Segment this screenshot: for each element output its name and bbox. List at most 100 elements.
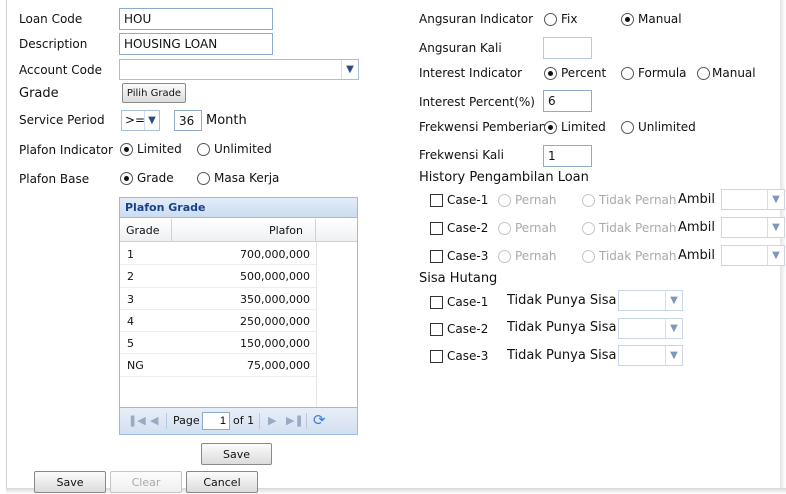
cancel-button[interactable]: Cancel (186, 471, 258, 493)
next-page-icon[interactable]: ▶ (268, 414, 276, 427)
radio-icon (498, 221, 511, 235)
interest-percent-input[interactable] (543, 90, 592, 112)
radio-icon (621, 120, 634, 134)
sisa-case-1-checkbox[interactable]: Case-1 (430, 295, 488, 309)
account-code-select[interactable]: ▼ (119, 59, 359, 80)
interest-manual-radio[interactable]: Manual (697, 66, 756, 80)
chevron-down-icon[interactable]: ▼ (767, 190, 784, 209)
radio-selected-icon (621, 12, 634, 26)
radio-icon (697, 66, 710, 80)
service-period-operator-select[interactable]: >= ▼ (121, 110, 160, 131)
frekwensi-kali-label: Frekwensi Kali (419, 148, 504, 162)
plafon-base-masa-kerja-radio[interactable]: Masa Kerja (197, 171, 279, 185)
first-page-icon[interactable]: ❚◀ (128, 414, 146, 427)
chevron-down-icon[interactable]: ▼ (665, 346, 682, 365)
radio-selected-icon (120, 142, 133, 156)
history-case-1-tidak-pernah-radio[interactable]: Tidak Pernah (582, 193, 677, 207)
chevron-down-icon[interactable]: ▼ (341, 60, 358, 79)
frekwensi-kali-input[interactable] (543, 145, 592, 167)
prev-page-icon[interactable]: ◀ (150, 414, 158, 427)
grid-pager: ❚◀ ◀ Page of 1 ▶ ▶❚ ⟳ (120, 407, 357, 434)
history-case-3-checkbox[interactable]: Case-3 (430, 249, 488, 263)
chevron-down-icon[interactable]: ▼ (665, 291, 682, 310)
grid-title: Plafon Grade (120, 198, 357, 218)
history-case-3-ambil-select[interactable]: ▼ (721, 245, 785, 266)
checkbox-icon (430, 221, 443, 235)
sisa-case-2-select[interactable]: ▼ (618, 318, 683, 339)
plafon-indicator-unlimited-radio[interactable]: Unlimited (197, 142, 272, 156)
loan-code-label: Loan Code (19, 12, 83, 26)
history-case-1-ambil-label: Ambil (678, 192, 716, 207)
plafon-indicator-label: Plafon Indicator (19, 143, 113, 157)
sisa-case-3-text: Tidak Punya Sisa (507, 348, 617, 363)
checkbox-icon (430, 349, 443, 363)
history-case-2-checkbox[interactable]: Case-2 (430, 221, 488, 235)
chevron-down-icon[interactable]: ▼ (767, 218, 784, 237)
refresh-icon[interactable]: ⟳ (313, 411, 326, 429)
table-row[interactable]: 3 350,000,000 (120, 288, 316, 310)
plafon-base-label: Plafon Base (19, 172, 90, 186)
history-case-2-tidak-pernah-radio[interactable]: Tidak Pernah (582, 221, 677, 235)
table-row[interactable]: 1 700,000,000 (120, 243, 316, 266)
radio-icon (582, 193, 595, 207)
sisa-case-3-select[interactable]: ▼ (618, 345, 683, 366)
history-case-1-checkbox[interactable]: Case-1 (430, 193, 488, 207)
column-header-grade[interactable]: Grade (120, 219, 172, 242)
plafon-grade-grid: Plafon Grade Grade Plafon 1 700,000,000 2… (119, 197, 358, 435)
sisa-case-1-select[interactable]: ▼ (618, 290, 683, 311)
angsuran-fix-radio[interactable]: Fix (544, 12, 577, 26)
radio-icon (621, 66, 634, 80)
history-case-1-pernah-radio[interactable]: Pernah (498, 193, 556, 207)
radio-selected-icon (544, 120, 557, 134)
loan-code-input[interactable] (119, 8, 273, 30)
table-row[interactable]: 2 500,000,000 (120, 265, 316, 288)
page-of-label: of 1 (233, 414, 255, 427)
history-case-2-pernah-radio[interactable]: Pernah (498, 221, 556, 235)
column-header-plafon[interactable]: Plafon (172, 219, 316, 242)
frekwensi-limited-radio[interactable]: Limited (544, 120, 606, 134)
pager-divider (166, 413, 167, 429)
interest-percent-radio[interactable]: Percent (544, 66, 606, 80)
checkbox-icon (430, 193, 443, 207)
chevron-down-icon[interactable]: ▼ (665, 319, 682, 338)
angsuran-manual-radio[interactable]: Manual (621, 12, 682, 26)
page-number-input[interactable] (202, 412, 230, 430)
history-case-3-pernah-radio[interactable]: Pernah (498, 249, 556, 263)
history-case-2-ambil-label: Ambil (678, 220, 716, 235)
pilih-grade-button[interactable]: Pilih Grade (122, 83, 186, 103)
radio-selected-icon (544, 66, 557, 80)
chevron-down-icon[interactable]: ▼ (767, 246, 784, 265)
radio-icon (197, 142, 210, 156)
radio-icon (498, 249, 511, 263)
plafon-base-grade-radio[interactable]: Grade (120, 171, 174, 185)
description-input[interactable] (119, 33, 273, 55)
history-case-3-tidak-pernah-radio[interactable]: Tidak Pernah (582, 249, 677, 263)
column-divider (316, 242, 317, 407)
frekwensi-pemberian-label: Frekwensi Pemberian (419, 120, 547, 134)
sisa-case-3-checkbox[interactable]: Case-3 (430, 349, 488, 363)
grade-label: Grade (19, 86, 59, 101)
chevron-down-icon[interactable]: ▼ (144, 111, 159, 130)
plafon-indicator-limited-radio[interactable]: Limited (120, 142, 182, 156)
frekwensi-unlimited-radio[interactable]: Unlimited (621, 120, 696, 134)
sisa-case-1-text: Tidak Punya Sisa (507, 293, 617, 308)
save-button[interactable]: Save (34, 471, 106, 493)
table-row[interactable]: 5 150,000,000 (120, 332, 316, 355)
clear-button[interactable]: Clear (110, 471, 182, 493)
table-row[interactable]: 4 250,000,000 (120, 310, 316, 333)
table-row[interactable]: NG 75,000,000 (120, 354, 316, 377)
radio-icon (498, 193, 511, 207)
history-case-1-ambil-select[interactable]: ▼ (721, 189, 785, 210)
history-case-3-ambil-label: Ambil (678, 248, 716, 263)
grid-header: Grade Plafon (120, 219, 357, 242)
interest-formula-radio[interactable]: Formula (621, 66, 687, 80)
interest-indicator-label: Interest Indicator (419, 66, 523, 80)
service-period-value-input[interactable] (174, 110, 202, 131)
grid-save-button[interactable]: Save (201, 443, 272, 465)
angsuran-kali-input[interactable] (543, 37, 592, 59)
service-period-operator-value: >= (125, 113, 146, 127)
last-page-icon[interactable]: ▶❚ (286, 414, 304, 427)
history-case-2-ambil-select[interactable]: ▼ (721, 217, 785, 238)
sisa-case-2-checkbox[interactable]: Case-2 (430, 322, 488, 336)
radio-selected-icon (120, 171, 133, 185)
